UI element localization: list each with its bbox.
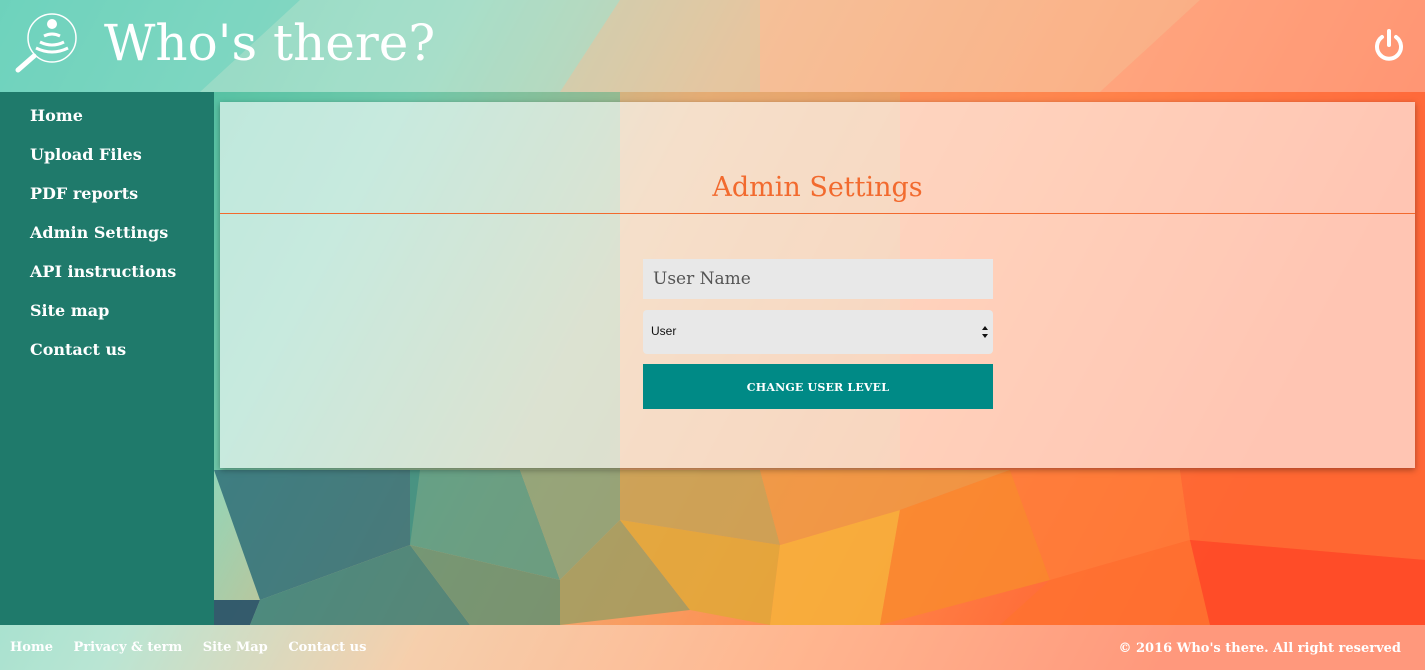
page: Who's there? Home Upload Files PDF repor…: [0, 0, 1425, 670]
select-arrows-icon: [982, 326, 988, 338]
magnifier-signal-icon[interactable]: [14, 10, 78, 74]
top-header: Who's there?: [0, 0, 1425, 92]
sidebar: Home Upload Files PDF reports Admin Sett…: [0, 92, 214, 625]
admin-settings-panel: Admin Settings User CHANGE USER LEVEL: [220, 102, 1415, 468]
username-input[interactable]: [643, 259, 993, 299]
sidebar-item-site-map[interactable]: Site map: [0, 299, 214, 338]
sidebar-item-admin-settings[interactable]: Admin Settings: [0, 221, 214, 260]
footer-link-contact[interactable]: Contact us: [288, 640, 366, 655]
app-title: Who's there?: [104, 14, 436, 72]
sidebar-item-home[interactable]: Home: [0, 104, 214, 143]
footer-link-privacy[interactable]: Privacy & term: [74, 640, 183, 655]
user-level-select[interactable]: User: [643, 310, 993, 354]
footer-links: Home Privacy & term Site Map Contact us: [10, 625, 382, 670]
footer-link-site-map[interactable]: Site Map: [203, 640, 268, 655]
power-icon[interactable]: [1371, 28, 1407, 64]
copyright-text: © 2016 Who's there. All right reserved: [1118, 641, 1401, 656]
sidebar-item-pdf-reports[interactable]: PDF reports: [0, 182, 214, 221]
sidebar-item-upload-files[interactable]: Upload Files: [0, 143, 214, 182]
sidebar-menu: Home Upload Files PDF reports Admin Sett…: [0, 92, 214, 377]
change-user-level-button[interactable]: CHANGE USER LEVEL: [643, 364, 993, 409]
user-level-selected-value: User: [651, 324, 677, 338]
page-title: Admin Settings: [712, 172, 923, 203]
footer-link-home[interactable]: Home: [10, 640, 53, 655]
sidebar-item-contact-us[interactable]: Contact us: [0, 338, 214, 377]
sidebar-item-api-instructions[interactable]: API instructions: [0, 260, 214, 299]
footer: Home Privacy & term Site Map Contact us …: [0, 625, 1425, 670]
title-divider: [220, 213, 1415, 214]
